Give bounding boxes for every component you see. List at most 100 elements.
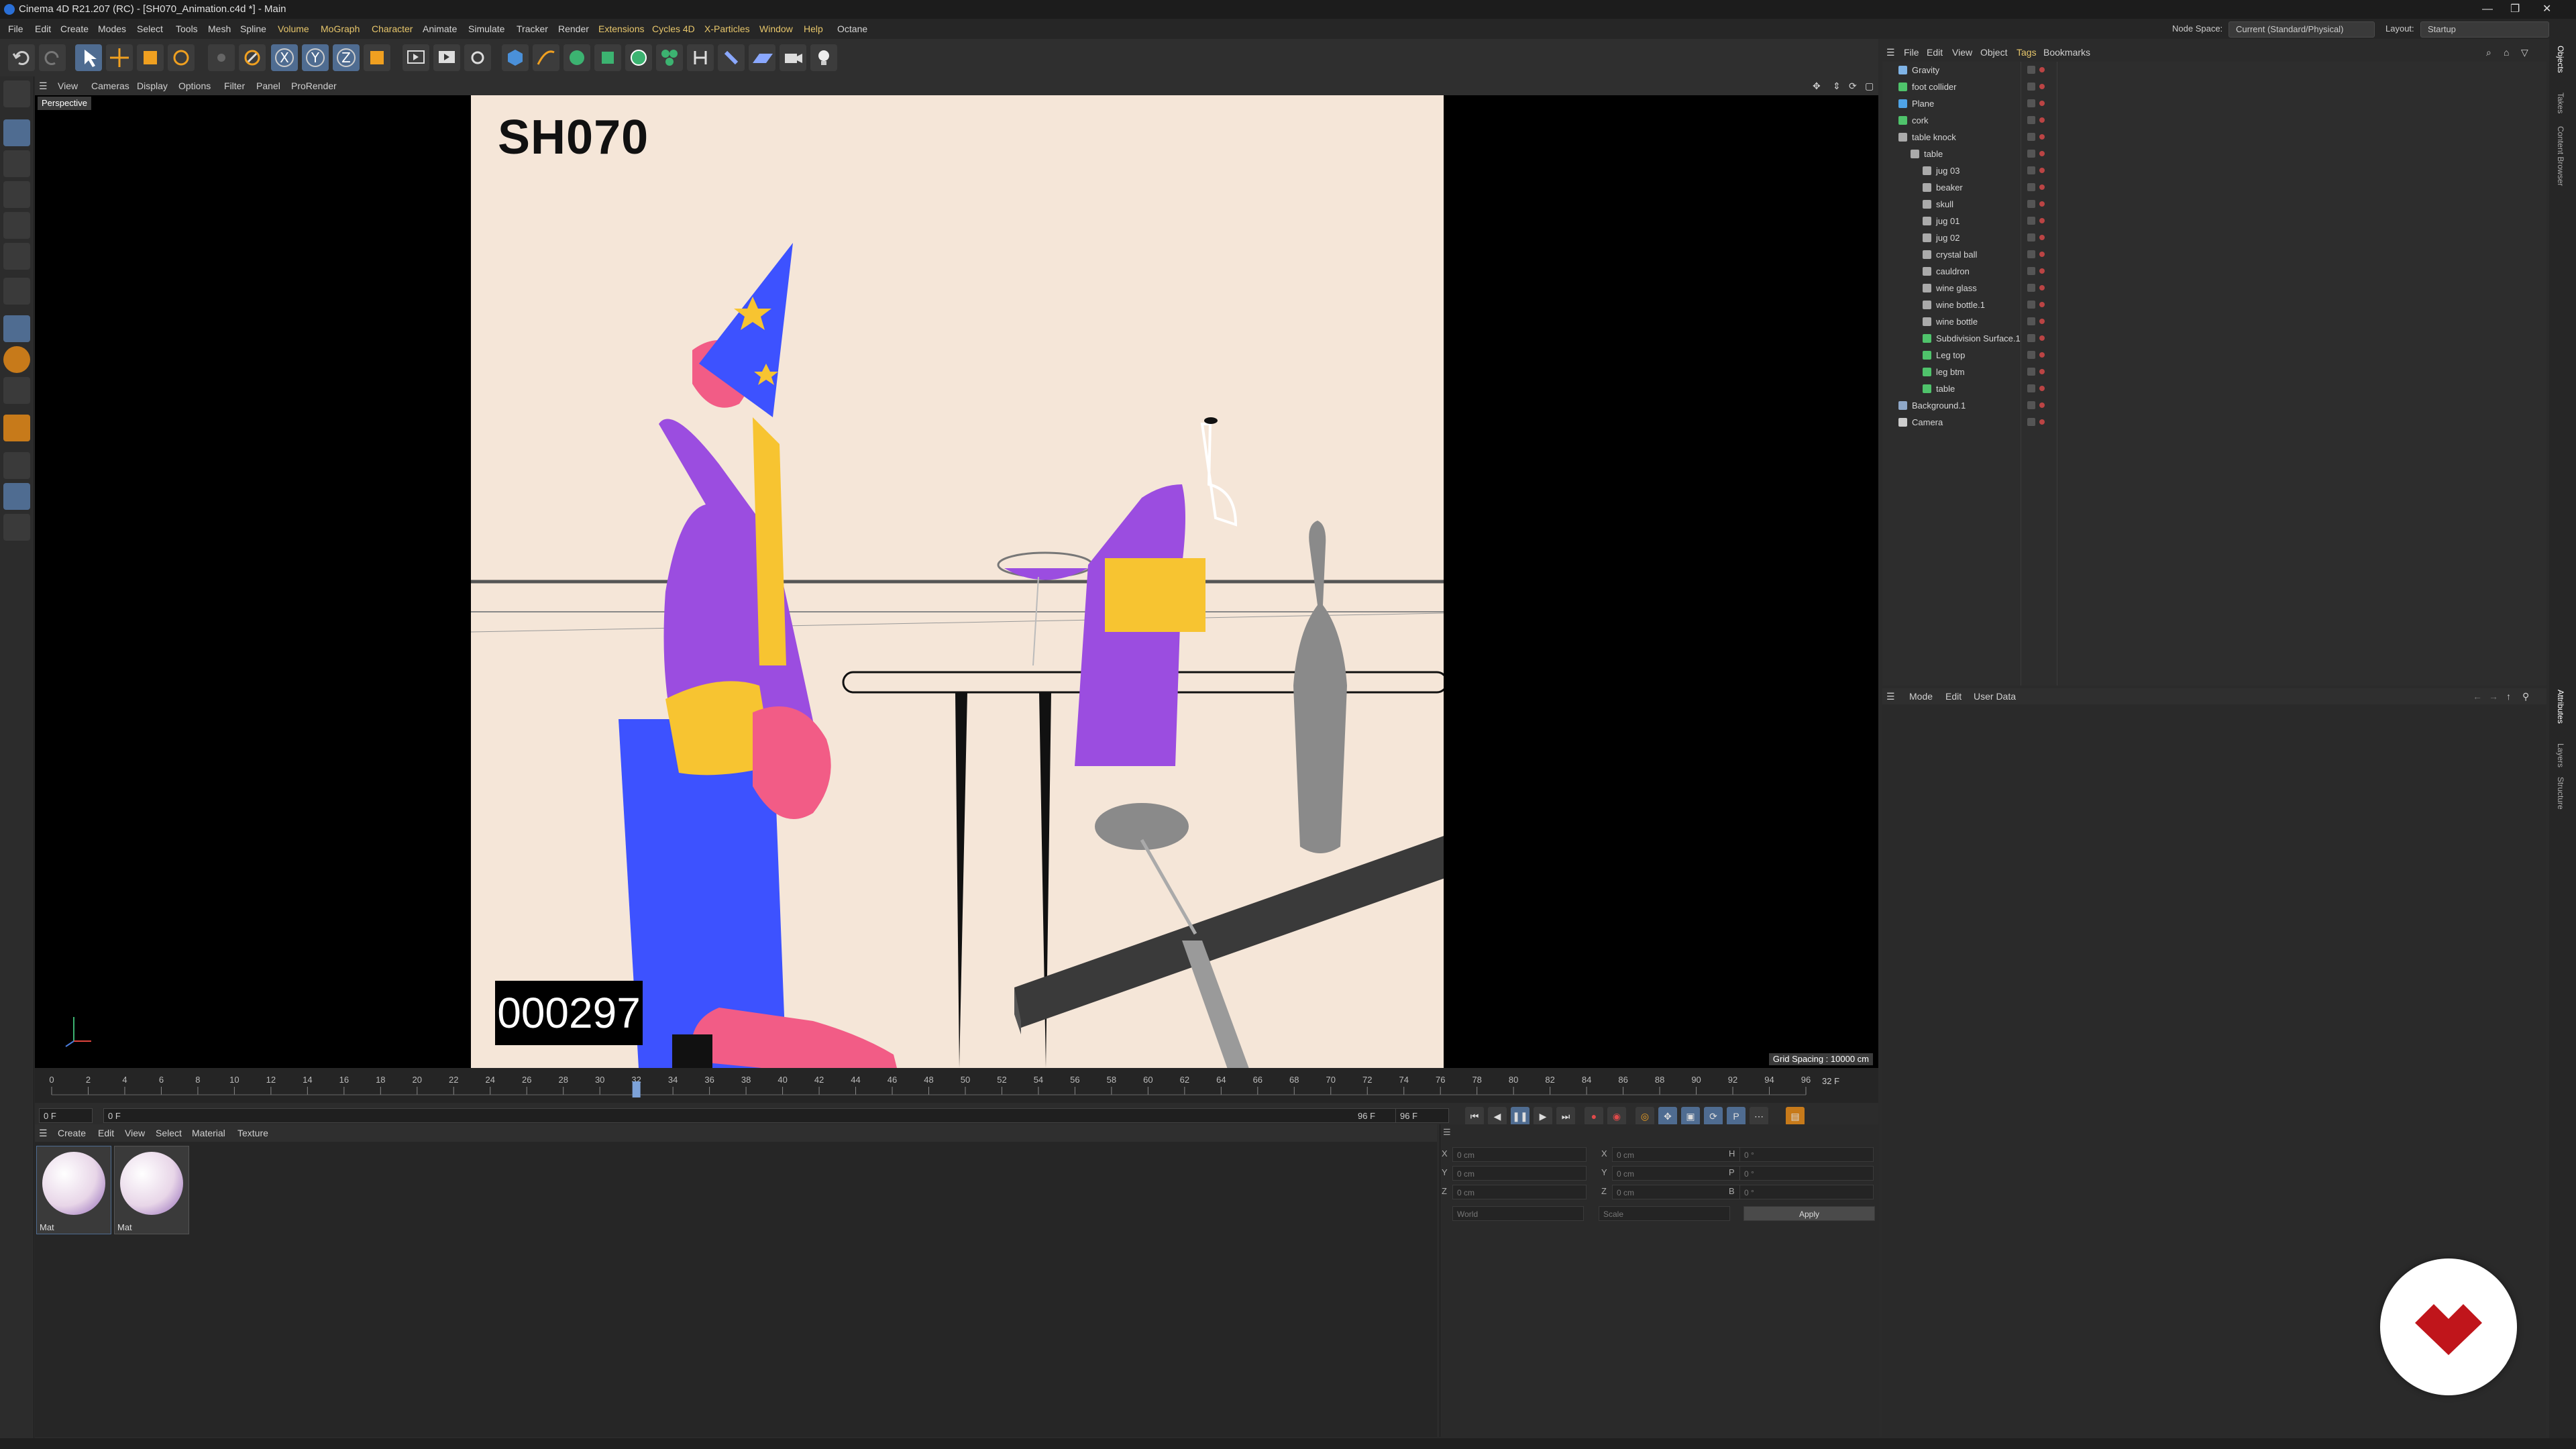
tab-content-browser[interactable]: Content Browser (2556, 126, 2565, 186)
coord-size-x-field[interactable]: 0 cm (1612, 1147, 1746, 1162)
node-space-dropdown[interactable]: Current (Standard/Physical) (2229, 21, 2375, 38)
visibility-toggle[interactable] (2027, 133, 2035, 141)
render-dot[interactable] (2039, 419, 2045, 425)
object-row[interactable]: Plane (1882, 95, 2546, 112)
snap-settings-icon[interactable] (3, 377, 30, 404)
render-dot[interactable] (2039, 117, 2045, 123)
attributes-menu-user-data[interactable]: User Data (1974, 688, 2016, 704)
object-row[interactable]: table knock (1882, 129, 2546, 146)
render-dot[interactable] (2039, 285, 2045, 290)
y-axis-icon[interactable]: Y (302, 44, 329, 71)
visibility-toggle[interactable] (2027, 150, 2035, 158)
key-scale-icon[interactable]: ▣ (1681, 1107, 1700, 1126)
visibility-toggle[interactable] (2027, 183, 2035, 191)
menu-create[interactable]: Create (60, 19, 89, 39)
model-mode-icon[interactable] (3, 119, 30, 146)
menu-mesh[interactable]: Mesh (208, 19, 231, 39)
menu-select[interactable]: Select (137, 19, 163, 39)
menu-tools[interactable]: Tools (176, 19, 198, 39)
object-row[interactable]: wine bottle (1882, 313, 2546, 330)
close-button[interactable]: ✕ (2542, 0, 2551, 19)
viewport-menu-display[interactable]: Display (137, 76, 168, 95)
menu-octane[interactable]: Octane (837, 19, 867, 39)
viewport-menu-prorender[interactable]: ProRender (291, 76, 337, 95)
visibility-toggle[interactable] (2027, 233, 2035, 241)
material-menu-material[interactable]: Material (192, 1124, 225, 1142)
coord-size-y-field[interactable]: 0 cm (1612, 1166, 1746, 1181)
move-icon[interactable] (106, 44, 133, 71)
redo-icon[interactable] (39, 44, 66, 71)
coord-pos-y-field[interactable]: 0 cm (1452, 1166, 1587, 1181)
key-rotation-icon[interactable]: ⟳ (1704, 1107, 1723, 1126)
visibility-toggle[interactable] (2027, 301, 2035, 309)
render-dot[interactable] (2039, 201, 2045, 207)
viewport-move-icon[interactable]: ✥ (1813, 76, 1821, 95)
menu-animate[interactable]: Animate (423, 19, 457, 39)
pen-spline-icon[interactable] (533, 44, 559, 71)
menu-xparticles[interactable]: X-Particles (704, 19, 750, 39)
locked-workplane-icon[interactable] (3, 452, 30, 479)
render-dot[interactable] (2039, 168, 2045, 173)
object-row[interactable]: wine glass (1882, 280, 2546, 297)
visibility-toggle[interactable] (2027, 99, 2035, 107)
tab-takes[interactable]: Takes (2556, 93, 2565, 113)
visibility-toggle[interactable] (2027, 66, 2035, 74)
timeline-window-icon[interactable]: ▤ (1786, 1107, 1805, 1126)
coords-menu-icon[interactable]: ☰ (1443, 1127, 1451, 1138)
render-dot[interactable] (2039, 402, 2045, 408)
menu-file[interactable]: File (8, 19, 23, 39)
visibility-toggle[interactable] (2027, 384, 2035, 392)
viewport-maximize-icon[interactable]: ▢ (1865, 76, 1874, 95)
attributes-menu-mode[interactable]: Mode (1909, 688, 1933, 704)
visibility-toggle[interactable] (2027, 217, 2035, 225)
attributes-lock-icon[interactable]: ⚲ (2522, 688, 2529, 704)
cloner-icon[interactable] (594, 44, 621, 71)
viewport-menu-panel[interactable]: Panel (256, 76, 280, 95)
tab-attributes[interactable]: Attributes (2556, 690, 2565, 724)
object-row[interactable]: Background.1 (1882, 397, 2546, 414)
key-pla-icon[interactable]: ⋯ (1750, 1107, 1768, 1126)
menu-window[interactable]: Window (759, 19, 793, 39)
render-dot[interactable] (2039, 386, 2045, 391)
object-row[interactable]: Camera (1882, 414, 2546, 431)
object-row[interactable]: jug 02 (1882, 229, 2546, 246)
render-dot[interactable] (2039, 352, 2045, 358)
visibility-toggle[interactable] (2027, 334, 2035, 342)
object-row[interactable]: cauldron (1882, 263, 2546, 280)
key-parameter-icon[interactable]: P (1727, 1107, 1746, 1126)
prev-frame-icon[interactable]: ◀ (1488, 1107, 1507, 1126)
subdivision-icon[interactable] (564, 44, 590, 71)
object-row[interactable]: Gravity (1882, 62, 2546, 78)
snap-icon[interactable] (3, 315, 30, 342)
coord-size-z-field[interactable]: 0 cm (1612, 1185, 1746, 1199)
undo-icon[interactable] (8, 44, 35, 71)
visibility-toggle[interactable] (2027, 116, 2035, 124)
render-dot[interactable] (2039, 67, 2045, 72)
object-row[interactable]: beaker (1882, 179, 2546, 196)
menu-character[interactable]: Character (372, 19, 413, 39)
object-search-icon[interactable]: ⌕ (2486, 44, 2491, 60)
measure-icon[interactable] (687, 44, 714, 71)
object-row[interactable]: table (1882, 380, 2546, 397)
viewport-zoom-icon[interactable]: ⇕ (1833, 76, 1841, 95)
object-row[interactable]: cork (1882, 112, 2546, 129)
coordinate-system-icon[interactable] (364, 44, 390, 71)
object-menu-tags[interactable]: Tags (2017, 44, 2037, 60)
playhead[interactable] (632, 1081, 641, 1097)
menu-edit[interactable]: Edit (35, 19, 51, 39)
material-menu-create[interactable]: Create (58, 1124, 86, 1142)
render-settings-icon[interactable] (464, 44, 491, 71)
object-row[interactable]: Subdivision Surface.1 (1882, 330, 2546, 347)
material-menu-icon[interactable]: ☰ (39, 1124, 48, 1142)
visibility-toggle[interactable] (2027, 317, 2035, 325)
object-row[interactable]: skull (1882, 196, 2546, 213)
object-row[interactable]: Leg top (1882, 347, 2546, 364)
visibility-toggle[interactable] (2027, 418, 2035, 426)
menu-cycles4d[interactable]: Cycles 4D (652, 19, 695, 39)
render-dot[interactable] (2039, 84, 2045, 89)
maximize-button[interactable]: ❐ (2510, 0, 2520, 19)
coord-pos-z-field[interactable]: 0 cm (1452, 1185, 1587, 1199)
cube-icon[interactable] (502, 44, 529, 71)
mograph-icon[interactable] (656, 44, 683, 71)
object-row[interactable]: jug 03 (1882, 162, 2546, 179)
